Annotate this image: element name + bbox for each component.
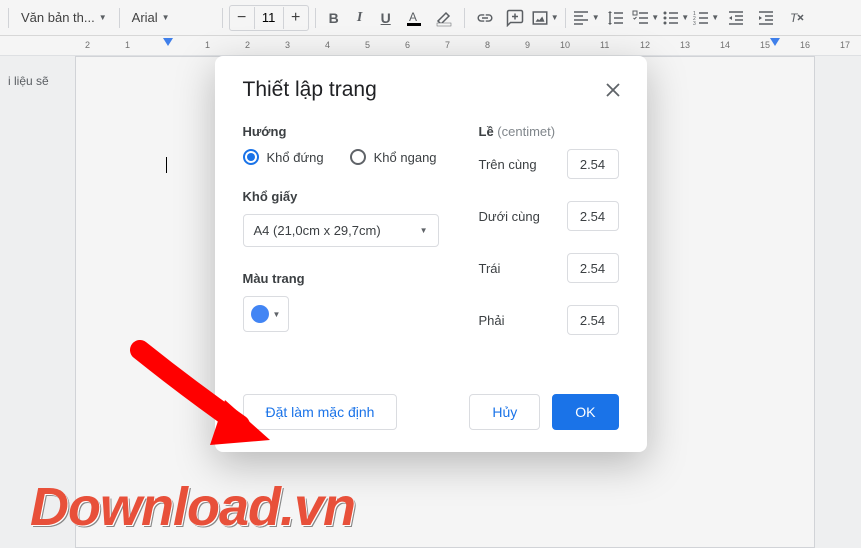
margin-left-label: Trái	[479, 261, 501, 276]
margin-top-label: Trên cùng	[479, 157, 537, 172]
margin-right-input[interactable]	[567, 305, 619, 335]
paper-size-value: A4 (21,0cm x 29,7cm)	[254, 223, 381, 238]
radio-portrait[interactable]: Khổ đứng	[243, 149, 324, 165]
margin-right-label: Phải	[479, 313, 505, 328]
paper-size-label: Khổ giấy	[243, 189, 439, 204]
radio-landscape-label: Khổ ngang	[374, 150, 437, 165]
ok-button[interactable]: OK	[552, 394, 618, 430]
close-button[interactable]	[599, 76, 627, 104]
margin-top-input[interactable]	[567, 149, 619, 179]
chevron-down-icon: ▼	[273, 310, 281, 319]
radio-landscape[interactable]: Khổ ngang	[350, 149, 437, 165]
cancel-button[interactable]: Hủy	[469, 394, 540, 430]
modal-scrim: Thiết lập trang Hướng Khổ đứng Khổ ngang	[0, 0, 861, 548]
margins-label: Lề (centimet)	[479, 124, 619, 139]
close-icon	[605, 82, 621, 98]
orientation-label: Hướng	[243, 124, 439, 139]
color-swatch-icon	[251, 305, 269, 323]
set-default-button[interactable]: Đặt làm mặc định	[243, 394, 398, 430]
margin-left-input[interactable]	[567, 253, 619, 283]
dialog-title: Thiết lập trang	[243, 78, 619, 102]
watermark: Download.vn	[30, 476, 355, 538]
margin-bottom-label: Dưới cùng	[479, 209, 540, 224]
radio-icon	[243, 149, 259, 165]
radio-portrait-label: Khổ đứng	[267, 150, 324, 165]
page-color-select[interactable]: ▼	[243, 296, 289, 332]
chevron-down-icon: ▼	[420, 226, 428, 235]
radio-icon	[350, 149, 366, 165]
paper-size-select[interactable]: A4 (21,0cm x 29,7cm) ▼	[243, 214, 439, 247]
margin-bottom-input[interactable]	[567, 201, 619, 231]
page-color-label: Màu trang	[243, 271, 439, 286]
page-setup-dialog: Thiết lập trang Hướng Khổ đứng Khổ ngang	[215, 56, 647, 452]
